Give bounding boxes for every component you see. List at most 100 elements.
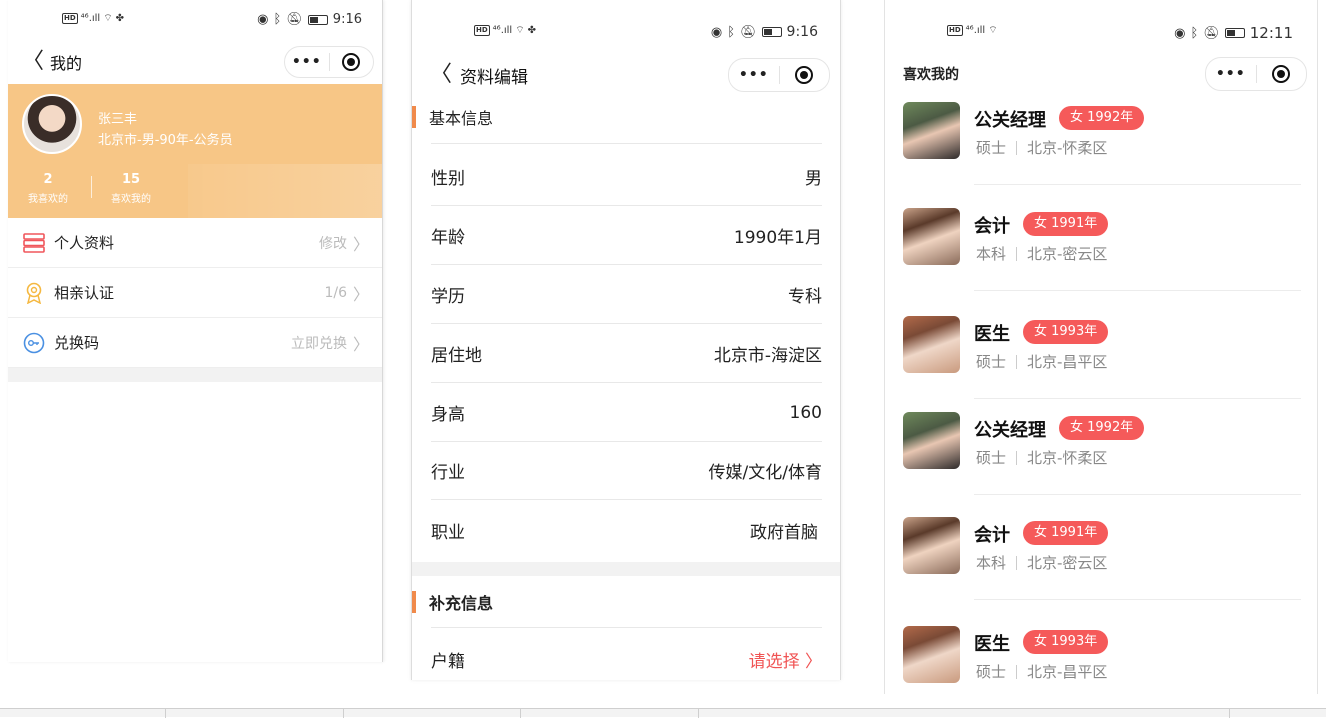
- bluetooth-icon: ᛒ: [273, 12, 282, 27]
- section-gap: [8, 368, 382, 382]
- details-row: 硕士 北京-昌平区: [976, 661, 1107, 682]
- status-time: 12:11: [1249, 24, 1293, 42]
- field-label: 年龄: [431, 228, 465, 248]
- separator: [1016, 555, 1018, 570]
- page-title: 我的: [50, 54, 83, 73]
- details-row: 本科 北京-密云区: [976, 552, 1107, 573]
- avatar[interactable]: [903, 102, 960, 159]
- mute-icon: 🔕︎: [740, 24, 757, 40]
- stat-number: 15: [121, 172, 141, 187]
- field-label: 居住地: [431, 346, 482, 366]
- gender-year-badge: 女 1992年: [1059, 106, 1145, 130]
- status-time: 9:16: [332, 12, 362, 27]
- liker-card[interactable]: 医生 女 1993年 硕士 北京-昌平区: [903, 316, 1301, 420]
- gender-year-badge: 女 1993年: [1023, 320, 1109, 344]
- liker-card[interactable]: 会计 女 1991年 本科 北京-密云区: [903, 208, 1301, 312]
- mini-program-capsule: •••: [728, 58, 830, 92]
- education-label: 硕士: [976, 353, 1007, 371]
- occupation-label: 医生: [974, 634, 1010, 655]
- more-button[interactable]: •••: [729, 67, 779, 83]
- location-label: 北京-密云区: [1027, 554, 1108, 572]
- field-value: 传媒/文化/体育: [708, 463, 822, 483]
- field-industry[interactable]: 行业 传媒/文化/体育: [431, 442, 822, 500]
- eye-icon: ◉: [1174, 25, 1186, 41]
- liker-card[interactable]: 公关经理 女 1992年 硕士 北京-怀柔区: [903, 412, 1301, 516]
- field-residence[interactable]: 居住地 北京市-海淀区: [431, 325, 822, 383]
- liker-card[interactable]: 公关经理 女 1992年 硕士 北京-怀柔区: [903, 102, 1301, 206]
- close-button[interactable]: [1257, 65, 1307, 83]
- menu-item-label: 个人资料: [54, 234, 115, 252]
- occupation-label: 公关经理: [974, 420, 1046, 441]
- wechat-icon: ✤: [527, 25, 536, 36]
- field-value: 1990年1月: [733, 228, 822, 248]
- section-gap: [412, 562, 840, 576]
- section-extra-info: 补充信息: [412, 587, 493, 617]
- page-title: 喜欢我的: [903, 67, 959, 83]
- stat-divider: [91, 176, 92, 198]
- hd-icon: HD: [474, 25, 490, 36]
- avatar[interactable]: [903, 316, 960, 373]
- stat-i-like[interactable]: 2 我喜欢的: [28, 172, 68, 205]
- menu-list: 个人资料 修改 〉 相亲认证 1/6 〉 兑换码 立即兑换 〉: [8, 218, 382, 368]
- avatar[interactable]: [903, 208, 960, 265]
- target-icon: [795, 66, 814, 84]
- field-age[interactable]: 年龄 1990年1月: [431, 207, 822, 265]
- back-button[interactable]: 〈: [22, 51, 50, 73]
- field-value: 男: [805, 169, 822, 189]
- avatar[interactable]: [903, 626, 960, 683]
- field-height[interactable]: 身高 160: [431, 384, 822, 442]
- avatar[interactable]: [903, 412, 960, 469]
- wifi-icon: ⌔: [103, 13, 113, 24]
- separator: [1016, 664, 1018, 679]
- battery-icon: [307, 14, 328, 25]
- more-button[interactable]: •••: [285, 54, 329, 70]
- location-label: 北京-昌平区: [1027, 353, 1108, 371]
- menu-item-redeem[interactable]: 兑换码 立即兑换 〉: [8, 318, 382, 368]
- field-label: 户籍: [431, 651, 465, 672]
- close-button[interactable]: [780, 66, 830, 84]
- menu-item-profile[interactable]: 个人资料 修改 〉: [8, 218, 382, 268]
- field-gender[interactable]: 性别 男: [431, 148, 822, 206]
- details-row: 硕士 北京-昌平区: [976, 351, 1107, 372]
- stat-number: 2: [43, 172, 53, 187]
- more-button[interactable]: •••: [1206, 66, 1256, 82]
- profile-list-icon: [22, 231, 46, 255]
- menu-item-certification[interactable]: 相亲认证 1/6 〉: [8, 268, 382, 318]
- phone-my-page: HD ⁴⁶.ıll ⌔ ✤ ◉ ᛒ 🔕︎ 9:16 〈 我的 ••• 张三丰 北…: [8, 0, 383, 662]
- divider: [431, 627, 822, 628]
- page-title: 资料编辑: [460, 67, 528, 88]
- divider: [974, 494, 1301, 495]
- section-accent-bar: [412, 106, 416, 128]
- menu-item-label: 兑换码: [54, 334, 100, 352]
- field-value: 请选择 〉: [748, 651, 822, 672]
- divider: [974, 398, 1301, 399]
- field-occupation[interactable]: 职业 政府首脑: [431, 501, 822, 559]
- stat-likes-me[interactable]: 15 喜欢我的: [111, 172, 151, 205]
- avatar[interactable]: [22, 94, 82, 154]
- close-button[interactable]: [330, 53, 374, 71]
- battery-icon: [1224, 28, 1245, 38]
- stat-label: 喜欢我的: [111, 194, 151, 205]
- bluetooth-icon: ᛒ: [727, 24, 736, 40]
- phone-profile-edit: HD ⁴⁶.ıll ⌔ ✤ ◉ ᛒ 🔕︎ 9:16 〈 资料编辑 ••• 基本信…: [411, 0, 841, 680]
- back-button[interactable]: 〈: [430, 64, 460, 86]
- avatar[interactable]: [903, 517, 960, 574]
- hd-icon: HD: [947, 25, 963, 36]
- education-label: 硕士: [976, 663, 1007, 681]
- badge-icon: [22, 281, 46, 305]
- liker-card[interactable]: 医生 女 1993年 硕士 北京-昌平区: [903, 626, 1301, 692]
- field-value: 160: [789, 402, 822, 423]
- gender-year-badge: 女 1992年: [1059, 416, 1145, 440]
- liker-card[interactable]: 会计 女 1991年 本科 北京-密云区: [903, 517, 1301, 621]
- hd-icon: HD: [62, 13, 78, 24]
- section-title: 补充信息: [429, 594, 494, 613]
- field-hukou[interactable]: 户籍 请选择 〉: [431, 630, 822, 680]
- location-label: 北京-怀柔区: [1027, 449, 1108, 467]
- chevron-right-icon: 〉: [352, 284, 369, 304]
- education-label: 硕士: [976, 449, 1007, 467]
- eye-icon: ◉: [710, 24, 723, 40]
- field-education[interactable]: 学历 专科: [431, 266, 822, 324]
- menu-item-value: 修改: [318, 235, 347, 252]
- wifi-icon: ⌔: [515, 25, 525, 36]
- location-label: 北京-怀柔区: [1027, 139, 1108, 157]
